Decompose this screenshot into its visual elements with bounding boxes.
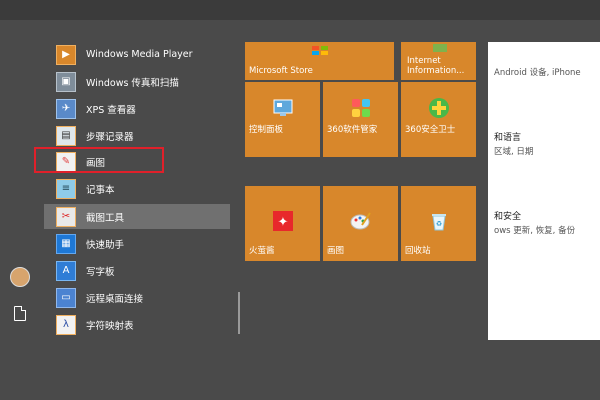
- app-label: Windows 传真和扫描: [86, 77, 179, 89]
- settings-update-security-heading[interactable]: 和安全: [494, 209, 521, 222]
- tile-paint[interactable]: 画图: [323, 186, 398, 261]
- svg-text:✦: ✦: [277, 215, 288, 230]
- iis-icon: [433, 44, 447, 52]
- app-label: 截图工具: [86, 212, 125, 224]
- app-label: 远程桌面连接: [86, 293, 144, 305]
- app-label: 快速助手: [86, 239, 125, 251]
- tile-label: 回收站: [405, 246, 431, 256]
- settings-panel: Android 设备, iPhone 和语言 区域, 日期 和安全 ows 更新…: [488, 42, 600, 340]
- store-icon: [311, 46, 328, 55]
- media-player-icon: ▶: [56, 44, 76, 65]
- control-panel-icon: [273, 99, 292, 117]
- left-rail: [0, 42, 40, 342]
- wordpad-icon: A: [56, 260, 76, 281]
- top-strip: [0, 0, 600, 20]
- app-item-snipping-tool[interactable]: ✂ 截图工具: [44, 204, 230, 229]
- app-label: 记事本: [86, 184, 115, 196]
- settings-time-language-subtitle: 区域, 日期: [494, 147, 534, 157]
- remote-desktop-icon: ▭: [56, 287, 76, 308]
- recycle-bin-icon: ♻: [431, 214, 446, 231]
- bottom-strip: [0, 342, 600, 400]
- app-item-wordpad[interactable]: A 写字板: [52, 258, 234, 283]
- tile-label: 360安全卫士: [405, 125, 456, 135]
- app-label: 字符映射表: [86, 320, 134, 332]
- tile-control-panel[interactable]: 控制面板: [245, 82, 320, 157]
- settings-update-security-subtitle: ows 更新, 恢复, 备份: [494, 226, 576, 236]
- tile-label: Internet Information...: [407, 56, 465, 76]
- app-label: 写字板: [86, 266, 115, 278]
- tile-microsoft-store[interactable]: Microsoft Store: [245, 42, 394, 80]
- tile-internet-information[interactable]: Internet Information...: [401, 42, 476, 80]
- settings-time-language-heading[interactable]: 和语言: [494, 130, 521, 143]
- tile-360-security-guard[interactable]: 360安全卫士: [401, 82, 476, 157]
- paint-highlight-box: [34, 147, 164, 173]
- svg-text:♻: ♻: [435, 220, 441, 228]
- app-item-character-map[interactable]: λ 字符映射表: [52, 312, 234, 337]
- app-item-windows-media-player[interactable]: ▶ Windows Media Player: [52, 42, 234, 67]
- tile-label: 画图: [327, 246, 345, 256]
- 360-software-manager-icon: [351, 99, 370, 118]
- tile-label: Microsoft Store: [249, 66, 313, 76]
- app-label: 步骤记录器: [86, 131, 134, 143]
- 360-security-guard-icon: [428, 98, 449, 119]
- quick-assist-icon: ▦: [56, 233, 76, 254]
- tile-label: 火萤酱: [249, 246, 275, 256]
- app-item-notepad[interactable]: ≡ 记事本: [52, 176, 234, 201]
- paint-icon: [350, 212, 371, 230]
- tile-label: 360软件管家: [327, 125, 378, 135]
- user-avatar-button[interactable]: [8, 265, 32, 289]
- app-item-remote-desktop[interactable]: ▭ 远程桌面连接: [52, 285, 234, 310]
- fax-scan-icon: ▣: [56, 71, 76, 92]
- app-item-quick-assist[interactable]: ▦ 快速助手: [52, 231, 234, 256]
- tile-tinder[interactable]: ✦ 火萤酱: [245, 186, 320, 261]
- xps-viewer-icon: ✈: [56, 98, 76, 119]
- tinder-icon: ✦: [272, 211, 293, 232]
- notepad-icon: ≡: [56, 178, 76, 199]
- tile-recycle-bin[interactable]: ♻ 回收站: [401, 186, 476, 261]
- scrollbar[interactable]: [238, 292, 240, 334]
- snipping-tool-icon: ✂: [56, 206, 76, 227]
- app-item-xps-viewer[interactable]: ✈ XPS 查看器: [52, 96, 234, 121]
- tile-360-software-manager[interactable]: 360软件管家: [323, 82, 398, 157]
- app-item-fax-scan[interactable]: ▣ Windows 传真和扫描: [52, 69, 234, 94]
- documents-button[interactable]: [8, 301, 32, 325]
- document-icon: [14, 305, 26, 321]
- character-map-icon: λ: [56, 314, 76, 335]
- avatar: [10, 267, 30, 287]
- settings-devices-subtitle: Android 设备, iPhone: [494, 68, 581, 78]
- app-list: ▶ Windows Media Player ▣ Windows 传真和扫描 ✈…: [44, 42, 240, 342]
- app-item-steps-recorder[interactable]: ▤ 步骤记录器: [52, 123, 234, 148]
- app-label: XPS 查看器: [86, 104, 136, 116]
- tile-label: 控制面板: [249, 125, 284, 135]
- steps-recorder-icon: ▤: [56, 125, 76, 146]
- app-label: Windows Media Player: [86, 49, 193, 60]
